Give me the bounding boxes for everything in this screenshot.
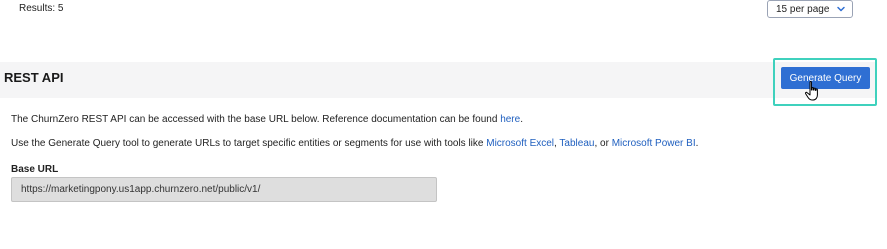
- tool-description-end: .: [695, 138, 699, 149]
- api-description-text: The ChurnZero REST API can be accessed w…: [11, 114, 501, 125]
- tableau-link[interactable]: Tableau: [559, 138, 594, 149]
- generate-query-button[interactable]: Generate Query: [781, 67, 870, 89]
- generate-query-description: Use the Generate Query tool to generate …: [11, 138, 698, 149]
- per-page-value: 15 per page: [776, 3, 830, 15]
- api-description-end: .: [520, 114, 523, 125]
- microsoft-power-bi-link[interactable]: Microsoft Power BI: [612, 138, 696, 149]
- microsoft-excel-link[interactable]: Microsoft Excel: [486, 138, 554, 149]
- results-count: Results: 5: [19, 3, 64, 14]
- hand-pointer-icon: [804, 81, 818, 101]
- section-title: REST API: [4, 70, 64, 85]
- separator-or: , or: [594, 138, 612, 149]
- per-page-select[interactable]: 15 per page: [767, 0, 853, 18]
- chevron-down-icon: [837, 6, 845, 12]
- base-url-field[interactable]: [11, 177, 437, 202]
- rest-api-header-bar: [0, 62, 877, 98]
- base-url-label: Base URL: [11, 164, 59, 175]
- tool-description-text: Use the Generate Query tool to generate …: [11, 138, 487, 149]
- documentation-link[interactable]: here: [500, 114, 520, 125]
- api-description: The ChurnZero REST API can be accessed w…: [11, 114, 523, 125]
